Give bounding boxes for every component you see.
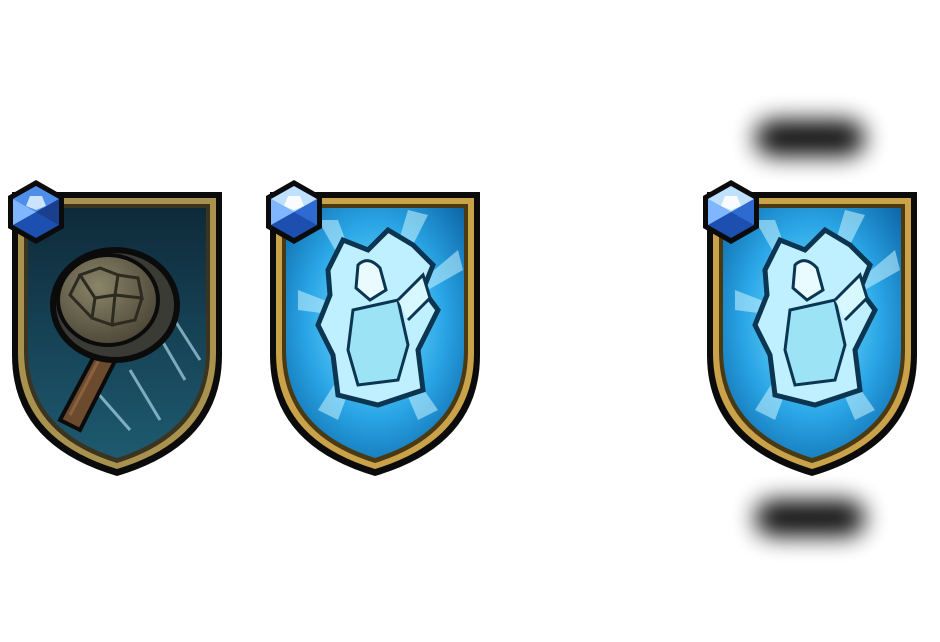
selection-shadow-bottom [755, 500, 865, 536]
ice-statue-skill-badge[interactable] [258, 180, 498, 480]
ice-statue-skill-badge-selected[interactable] [695, 180, 935, 480]
selection-shadow-top [755, 120, 865, 156]
hammer-skill-badge[interactable] [0, 180, 240, 480]
